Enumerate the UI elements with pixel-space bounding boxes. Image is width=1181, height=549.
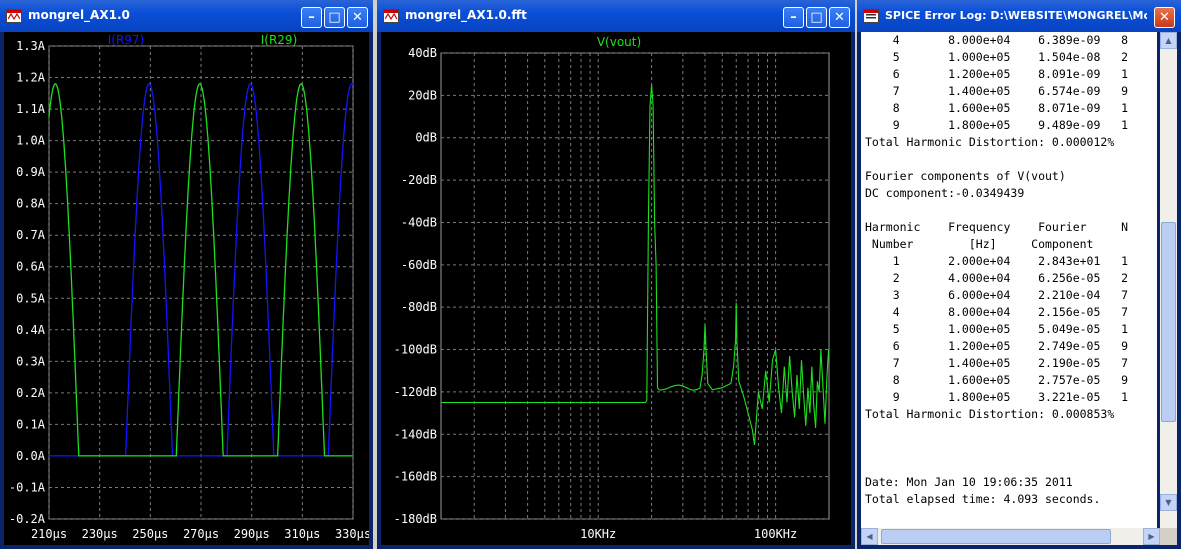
minimize-button[interactable]: – — [301, 7, 322, 28]
title-bar[interactable]: mongrel_AX1.0 – □ ✕ — [0, 0, 373, 32]
trace-label: I(R97) — [108, 33, 145, 47]
y-tick-label: 0.3A — [16, 354, 46, 368]
x-tick-label: 270µs — [183, 527, 219, 541]
title-bar[interactable]: SPICE Error Log: D:\WEBSITE\MONGREL\Mong… — [857, 0, 1181, 32]
scroll-left-icon[interactable]: ◀ — [861, 528, 878, 545]
transient-plot-window: mongrel_AX1.0 – □ ✕ 1.3A 1.2A 1.1A 1.0A 0.9A… — [0, 0, 373, 549]
scroll-down-icon[interactable]: ▼ — [1160, 494, 1177, 511]
log-line: Total Harmonic Distortion: 0.000012% — [865, 135, 1115, 149]
scroll-right-icon[interactable]: ▶ — [1143, 528, 1160, 545]
log-line: 5 1.000e+05 5.049e-05 1 — [865, 322, 1129, 336]
log-line: Number [Hz] Component — [865, 237, 1094, 251]
x-tick-label: 10KHz — [580, 527, 616, 541]
y-tick-label: -120dB — [394, 385, 437, 399]
y-tick-label: 0.2A — [16, 386, 46, 400]
y-tick-label: 0dB — [415, 131, 437, 145]
log-line: Date: Mon Jan 10 19:06:35 2011 — [865, 475, 1073, 489]
x-tick-label: 210µs — [31, 527, 67, 541]
y-tick-label: 0.1A — [16, 417, 46, 431]
y-tick-label: 0.9A — [16, 165, 46, 179]
log-line: 6 1.200e+05 8.091e-09 1 — [865, 67, 1129, 81]
log-line: 7 1.400e+05 2.190e-05 7 — [865, 356, 1129, 370]
title-bar[interactable]: mongrel_AX1.0.fft – □ ✕ — [377, 0, 855, 32]
fft-plot-window: mongrel_AX1.0.fft – □ ✕ 40dB 20dB 0dB -20dB… — [377, 0, 855, 549]
y-tick-label: -0.1A — [9, 480, 46, 494]
log-line: 4 8.000e+04 2.156e-05 7 — [865, 305, 1129, 319]
log-line: 7 1.400e+05 6.574e-09 9 — [865, 84, 1129, 98]
y-tick-label: 1.0A — [16, 134, 46, 148]
y-tick-label: 1.3A — [16, 39, 46, 53]
y-tick-label: 0.6A — [16, 260, 46, 274]
y-tick-label: -100dB — [394, 343, 437, 357]
x-tick-label: 290µs — [234, 527, 270, 541]
y-tick-label: 40dB — [408, 46, 437, 60]
waveform-app-icon — [6, 9, 22, 23]
fft-chart[interactable]: 40dB 20dB 0dB -20dB -40dB -60dB -80dB -100dB -12… — [381, 32, 851, 545]
log-text-area[interactable]: 4 8.000e+04 6.389e-09 8 5 1.000e+05 1.50… — [861, 32, 1157, 528]
spice-log-window: SPICE Error Log: D:\WEBSITE\MONGREL\Mong… — [857, 0, 1181, 549]
y-tick-label: -160dB — [394, 470, 437, 484]
log-line: Harmonic Frequency Fourier N — [865, 220, 1129, 234]
transient-chart[interactable]: 1.3A 1.2A 1.1A 1.0A 0.9A 0.8A 0.7A 0.6A 0.5A 0.4A… — [4, 32, 369, 545]
y-tick-label: 1.2A — [16, 71, 46, 85]
y-tick-label: -180dB — [394, 512, 437, 526]
plot-pane[interactable]: 1.3A 1.2A 1.1A 1.0A 0.9A 0.8A 0.7A 0.6A 0.5A 0.4A… — [4, 32, 369, 545]
x-tick-label: 310µs — [284, 527, 320, 541]
y-tick-label: -0.2A — [9, 512, 46, 526]
log-line: DC component:-0.0349439 — [865, 186, 1025, 200]
maximize-button[interactable]: □ — [806, 7, 827, 28]
minimize-button[interactable]: – — [783, 7, 804, 28]
plot-pane[interactable]: 40dB 20dB 0dB -20dB -40dB -60dB -80dB -100dB -12… — [381, 32, 851, 545]
log-line: 6 1.200e+05 2.749e-05 9 — [865, 339, 1129, 353]
close-button[interactable]: ✕ — [1154, 7, 1175, 28]
y-tick-label: -20dB — [401, 173, 437, 187]
log-line: 8 1.600e+05 2.757e-05 9 — [865, 373, 1129, 387]
y-tick-label: 0.7A — [16, 228, 46, 242]
waveform-app-icon — [383, 9, 399, 23]
log-line: Fourier components of V(vout) — [865, 169, 1066, 183]
log-line: 8 1.600e+05 8.071e-09 1 — [865, 101, 1129, 115]
y-tick-label: 1.1A — [16, 102, 46, 116]
log-window-icon — [863, 9, 879, 23]
window-title: SPICE Error Log: D:\WEBSITE\MONGREL\Mong… — [885, 9, 1147, 22]
y-tick-label: 0.0A — [16, 449, 46, 463]
x-tick-label: 330µs — [335, 527, 369, 541]
trace-label: I(R29) — [261, 33, 298, 47]
log-line: 9 1.800e+05 9.489e-09 1 — [865, 118, 1129, 132]
log-line: 5 1.000e+05 1.504e-08 2 — [865, 50, 1129, 64]
log-line: Total Harmonic Distortion: 0.000853% — [865, 407, 1115, 421]
x-tick-label: 230µs — [82, 527, 118, 541]
y-tick-label: -40dB — [401, 215, 437, 229]
log-line: 3 6.000e+04 2.210e-04 7 — [865, 288, 1129, 302]
maximize-button[interactable]: □ — [324, 7, 345, 28]
log-line: 2 4.000e+04 6.256e-05 2 — [865, 271, 1129, 285]
vertical-scroll-thumb[interactable] — [1161, 222, 1176, 422]
x-tick-label: 250µs — [132, 527, 168, 541]
log-line: 9 1.800e+05 3.221e-05 1 — [865, 390, 1129, 404]
close-button[interactable]: ✕ — [829, 7, 850, 28]
window-title: mongrel_AX1.0 — [28, 8, 130, 22]
y-tick-label: 0.8A — [16, 197, 46, 211]
horizontal-scroll-thumb[interactable] — [881, 529, 1111, 544]
x-tick-label: 100KHz — [754, 527, 797, 541]
scroll-up-icon[interactable]: ▲ — [1160, 32, 1177, 49]
log-line: Total elapsed time: 4.093 seconds. — [865, 492, 1101, 506]
plot-frame — [440, 52, 830, 520]
window-title: mongrel_AX1.0.fft — [405, 8, 527, 22]
trace-label: V(vout) — [597, 35, 641, 49]
y-tick-label: 0.4A — [16, 323, 46, 337]
y-tick-label: 0.5A — [16, 291, 46, 305]
y-tick-label: -60dB — [401, 258, 437, 272]
log-line: 1 2.000e+04 2.843e+01 1 — [865, 254, 1129, 268]
log-line: 4 8.000e+04 6.389e-09 8 — [865, 33, 1129, 47]
y-tick-label: -80dB — [401, 300, 437, 314]
vertical-scrollbar[interactable]: ▲ ▼ — [1160, 32, 1177, 528]
y-tick-label: -140dB — [394, 427, 437, 441]
horizontal-scrollbar[interactable]: ◀ ▶ — [861, 528, 1160, 545]
close-button[interactable]: ✕ — [347, 7, 368, 28]
y-tick-label: 20dB — [408, 88, 437, 102]
scroll-corner — [1160, 528, 1177, 545]
